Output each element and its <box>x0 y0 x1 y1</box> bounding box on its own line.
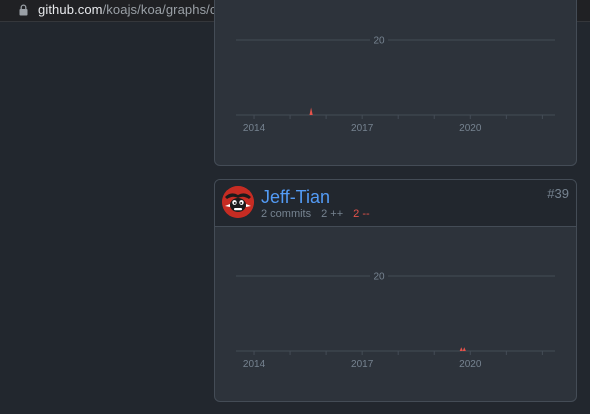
avatar[interactable] <box>222 186 254 218</box>
x-tick-label: 2014 <box>243 359 266 370</box>
additions-count: 2 ++ <box>321 208 344 220</box>
avatar-image <box>222 186 254 218</box>
contributor-stats: 2 commits 2 ++ 2 -- <box>261 208 370 220</box>
contributor-header: Jeff-Tian 2 commits 2 ++ 2 -- #39 <box>215 180 576 227</box>
y-axis-label: 20 <box>373 36 385 47</box>
x-tick-label: 2020 <box>459 123 482 134</box>
deletions-count: 2 -- <box>353 208 370 220</box>
lock-icon <box>19 4 28 16</box>
url-host: github.com <box>38 2 103 17</box>
contribution-spike <box>309 107 313 115</box>
x-tick-label: 2017 <box>351 123 374 134</box>
x-tick-label: 2017 <box>351 359 374 370</box>
contribution-spike <box>459 347 463 351</box>
contribution-spike <box>462 347 466 351</box>
y-axis-label: 20 <box>373 272 385 283</box>
x-tick-label: 2020 <box>459 359 482 370</box>
commits-link[interactable]: 2 commits <box>261 208 311 220</box>
contributor-rank: #39 <box>547 186 569 201</box>
contributions-graph: 20 2014 2017 2020 <box>236 34 555 134</box>
contributions-graph: 20 2014 2017 2020 <box>236 270 555 370</box>
contributor-card: 20 2014 2017 2020 <box>214 0 577 166</box>
contributor-card: Jeff-Tian 2 commits 2 ++ 2 -- #39 20 2014 20… <box>214 179 577 402</box>
contributor-username-link[interactable]: Jeff-Tian <box>261 187 330 208</box>
x-tick-label: 2014 <box>243 123 266 134</box>
